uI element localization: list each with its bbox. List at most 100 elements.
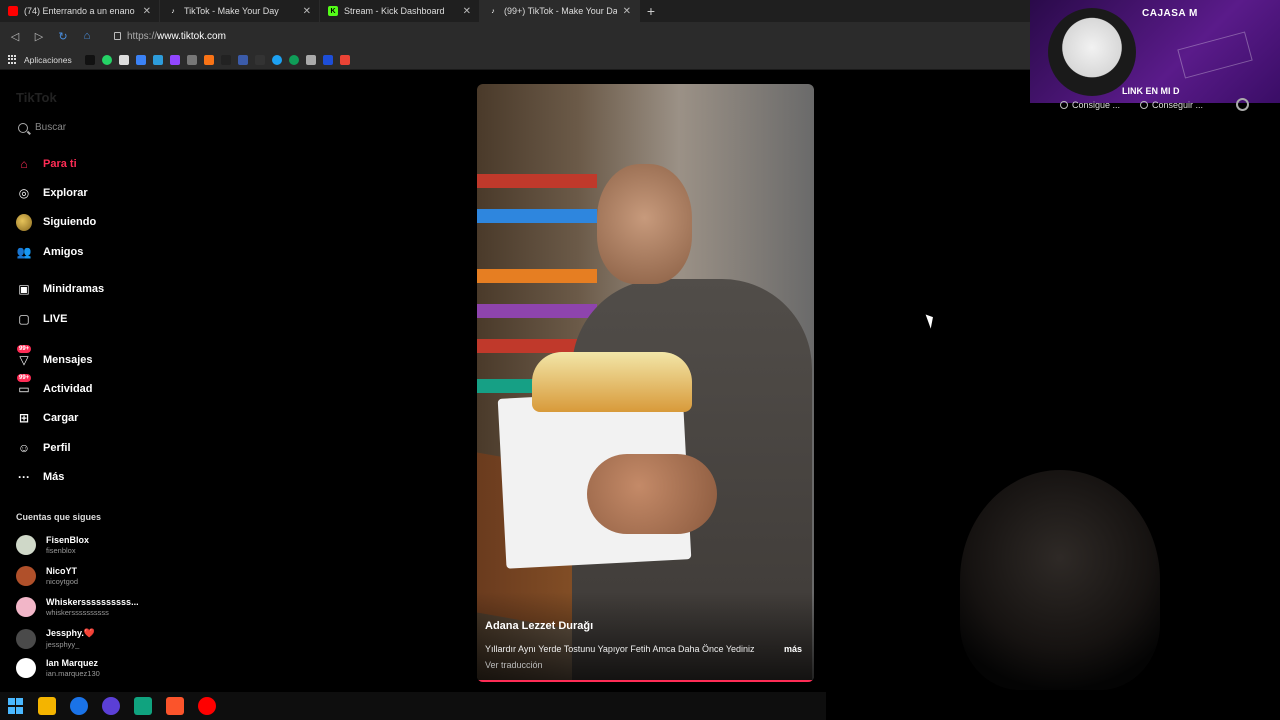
bookmarks-bar: Aplicaciones	[0, 50, 1030, 70]
avatar	[16, 658, 36, 678]
browser-tab-3[interactable]: ♪ (99+) TikTok - Make Your Da ✕	[480, 0, 640, 22]
gmail-icon[interactable]	[339, 54, 350, 65]
url-protocol: https://	[127, 30, 158, 42]
following-name: Whiskerssssssssss...	[46, 597, 139, 607]
folder-icon[interactable]	[38, 697, 56, 715]
profile-icon: ☺	[17, 441, 31, 455]
badge: 99+	[17, 345, 32, 353]
bookmark-icon[interactable]	[152, 54, 163, 65]
bookmark-icon[interactable]	[186, 54, 197, 65]
video-progress-bar[interactable]	[477, 680, 814, 682]
bookmark-icon[interactable]	[288, 54, 299, 65]
windows-start-icon[interactable]	[6, 697, 24, 715]
nav-item-minidramas[interactable]: ▣ Minidramas	[16, 281, 104, 297]
play-icon[interactable]	[220, 54, 231, 65]
badge: 99+	[17, 374, 32, 382]
tab-label: Stream - Kick Dashboard	[344, 6, 445, 16]
bookmark-icon[interactable]	[84, 54, 95, 65]
extension-label: Consigue ...	[1072, 100, 1121, 110]
url-field[interactable]: https://www.tiktok.com	[114, 31, 226, 42]
film-icon: ▣	[18, 282, 30, 296]
following-item[interactable]: Whiskerssssssssss... whiskerssssssssss	[16, 597, 139, 617]
nav-item-para-ti[interactable]: ⌂ Para ti	[16, 156, 76, 172]
extension-item[interactable]: Consigue ...	[1060, 100, 1120, 110]
nav-label: Cargar	[43, 412, 79, 424]
sandwich	[532, 352, 692, 412]
bookmark-icon[interactable]	[135, 54, 146, 65]
nav-label: Minidramas	[43, 283, 105, 295]
twitch-icon[interactable]	[169, 54, 180, 65]
browser-tab-1[interactable]: ♪ TikTok - Make Your Day ✕	[160, 0, 320, 22]
bookmark-icon[interactable]	[254, 54, 265, 65]
overlay-top-text: CAJASA M	[1142, 8, 1198, 19]
translate-button[interactable]: Ver traducción	[485, 660, 543, 670]
browser-tab-0[interactable]: (74) Enterrando a un enano (BR ✕	[0, 0, 160, 22]
video-author[interactable]: Adana Lezzet Durağı	[485, 620, 593, 632]
nav-label: Actividad	[43, 383, 93, 395]
tiktok-logo[interactable]: TikTok	[16, 90, 57, 105]
chrome-icon[interactable]	[70, 697, 88, 715]
forward-icon[interactable]: ▷	[32, 30, 46, 43]
close-icon[interactable]: ✕	[143, 6, 151, 17]
settings-icon[interactable]	[1236, 98, 1249, 111]
following-username: nicoytgod	[46, 577, 79, 586]
nav-item-live[interactable]: ▢ LIVE	[16, 311, 67, 327]
nav-item-mas[interactable]: ··· Más	[16, 469, 64, 485]
extension-icon	[1140, 101, 1149, 109]
nav-label: Explorar	[43, 187, 88, 199]
bookmark-icon[interactable]	[271, 54, 282, 65]
bookmark-icon[interactable]	[305, 54, 316, 65]
youtube-icon[interactable]	[198, 697, 216, 715]
whatsapp-icon[interactable]	[101, 54, 112, 65]
apps-grid-icon[interactable]	[8, 55, 17, 64]
nav-item-explorar[interactable]: ◎ Explorar	[16, 185, 88, 201]
close-icon[interactable]: ✕	[463, 6, 471, 17]
lock-icon	[114, 32, 121, 40]
bookmark-icon[interactable]	[237, 54, 248, 65]
nav-item-cargar[interactable]: ⊞ Cargar	[16, 410, 79, 426]
nav-item-actividad[interactable]: ▭ 99+ Actividad	[16, 374, 93, 397]
avatar	[16, 566, 36, 586]
reload-icon[interactable]: ↻	[56, 30, 70, 43]
nav-label: Más	[43, 471, 65, 483]
chrome-profile-icon[interactable]	[102, 697, 120, 715]
new-tab-button[interactable]: +	[640, 0, 662, 22]
following-item[interactable]: FisenBlox fisenblox	[16, 535, 89, 555]
close-icon[interactable]: ✕	[303, 6, 311, 17]
app-icon[interactable]	[134, 697, 152, 715]
extension-item[interactable]: Conseguir ...	[1140, 100, 1203, 110]
nav-label: Amigos	[43, 246, 84, 258]
tab-label: (99+) TikTok - Make Your Da	[504, 6, 617, 16]
nav-item-mensajes[interactable]: ▽ 99+ Mensajes	[16, 345, 93, 368]
nav-item-siguiendo[interactable]: Siguiendo	[16, 213, 96, 231]
address-bar: ◁ ▷ ↻ ⌂ https://www.tiktok.com	[0, 22, 1030, 50]
more-button[interactable]: más	[784, 644, 802, 654]
mascot-image	[1048, 8, 1136, 96]
search-placeholder: Buscar	[35, 122, 67, 133]
close-icon[interactable]: ✕	[623, 6, 631, 17]
nav-item-amigos[interactable]: 👥 Amigos	[16, 244, 84, 260]
following-name: FisenBlox	[46, 535, 90, 545]
overlay-box	[1177, 31, 1253, 79]
following-item[interactable]: lan Marquez ian.marquez130	[16, 658, 100, 678]
messages-icon: ▽ 99+	[17, 345, 32, 367]
extension-label: Conseguir ...	[1152, 100, 1204, 110]
bookmark-icon[interactable]	[322, 54, 333, 65]
browser-tab-2[interactable]: K Stream - Kick Dashboard ✕	[320, 0, 480, 22]
document-icon[interactable]	[118, 54, 129, 65]
video-caption: Yıllardır Aynı Yerde Tostunu Yapıyor Fet…	[485, 644, 755, 654]
shelf	[477, 269, 597, 283]
back-icon[interactable]: ◁	[8, 30, 22, 43]
person-head	[597, 164, 692, 284]
bookmark-icon[interactable]	[203, 54, 214, 65]
brave-icon[interactable]	[166, 697, 184, 715]
following-item[interactable]: Jessphy.❤️ jessphyy_	[16, 628, 95, 649]
search-input[interactable]: Buscar	[18, 122, 66, 133]
video-player[interactable]: Adana Lezzet Durağı Yıllardır Aynı Yerde…	[477, 84, 814, 682]
bookmark-apps[interactable]: Aplicaciones	[24, 55, 72, 65]
home-icon[interactable]: ⌂	[80, 30, 94, 42]
nav-item-perfil[interactable]: ☺ Perfil	[16, 440, 71, 456]
search-icon	[18, 122, 28, 133]
nav-label: Mensajes	[43, 354, 93, 366]
following-item[interactable]: NicoYT nicoytgod	[16, 566, 78, 586]
